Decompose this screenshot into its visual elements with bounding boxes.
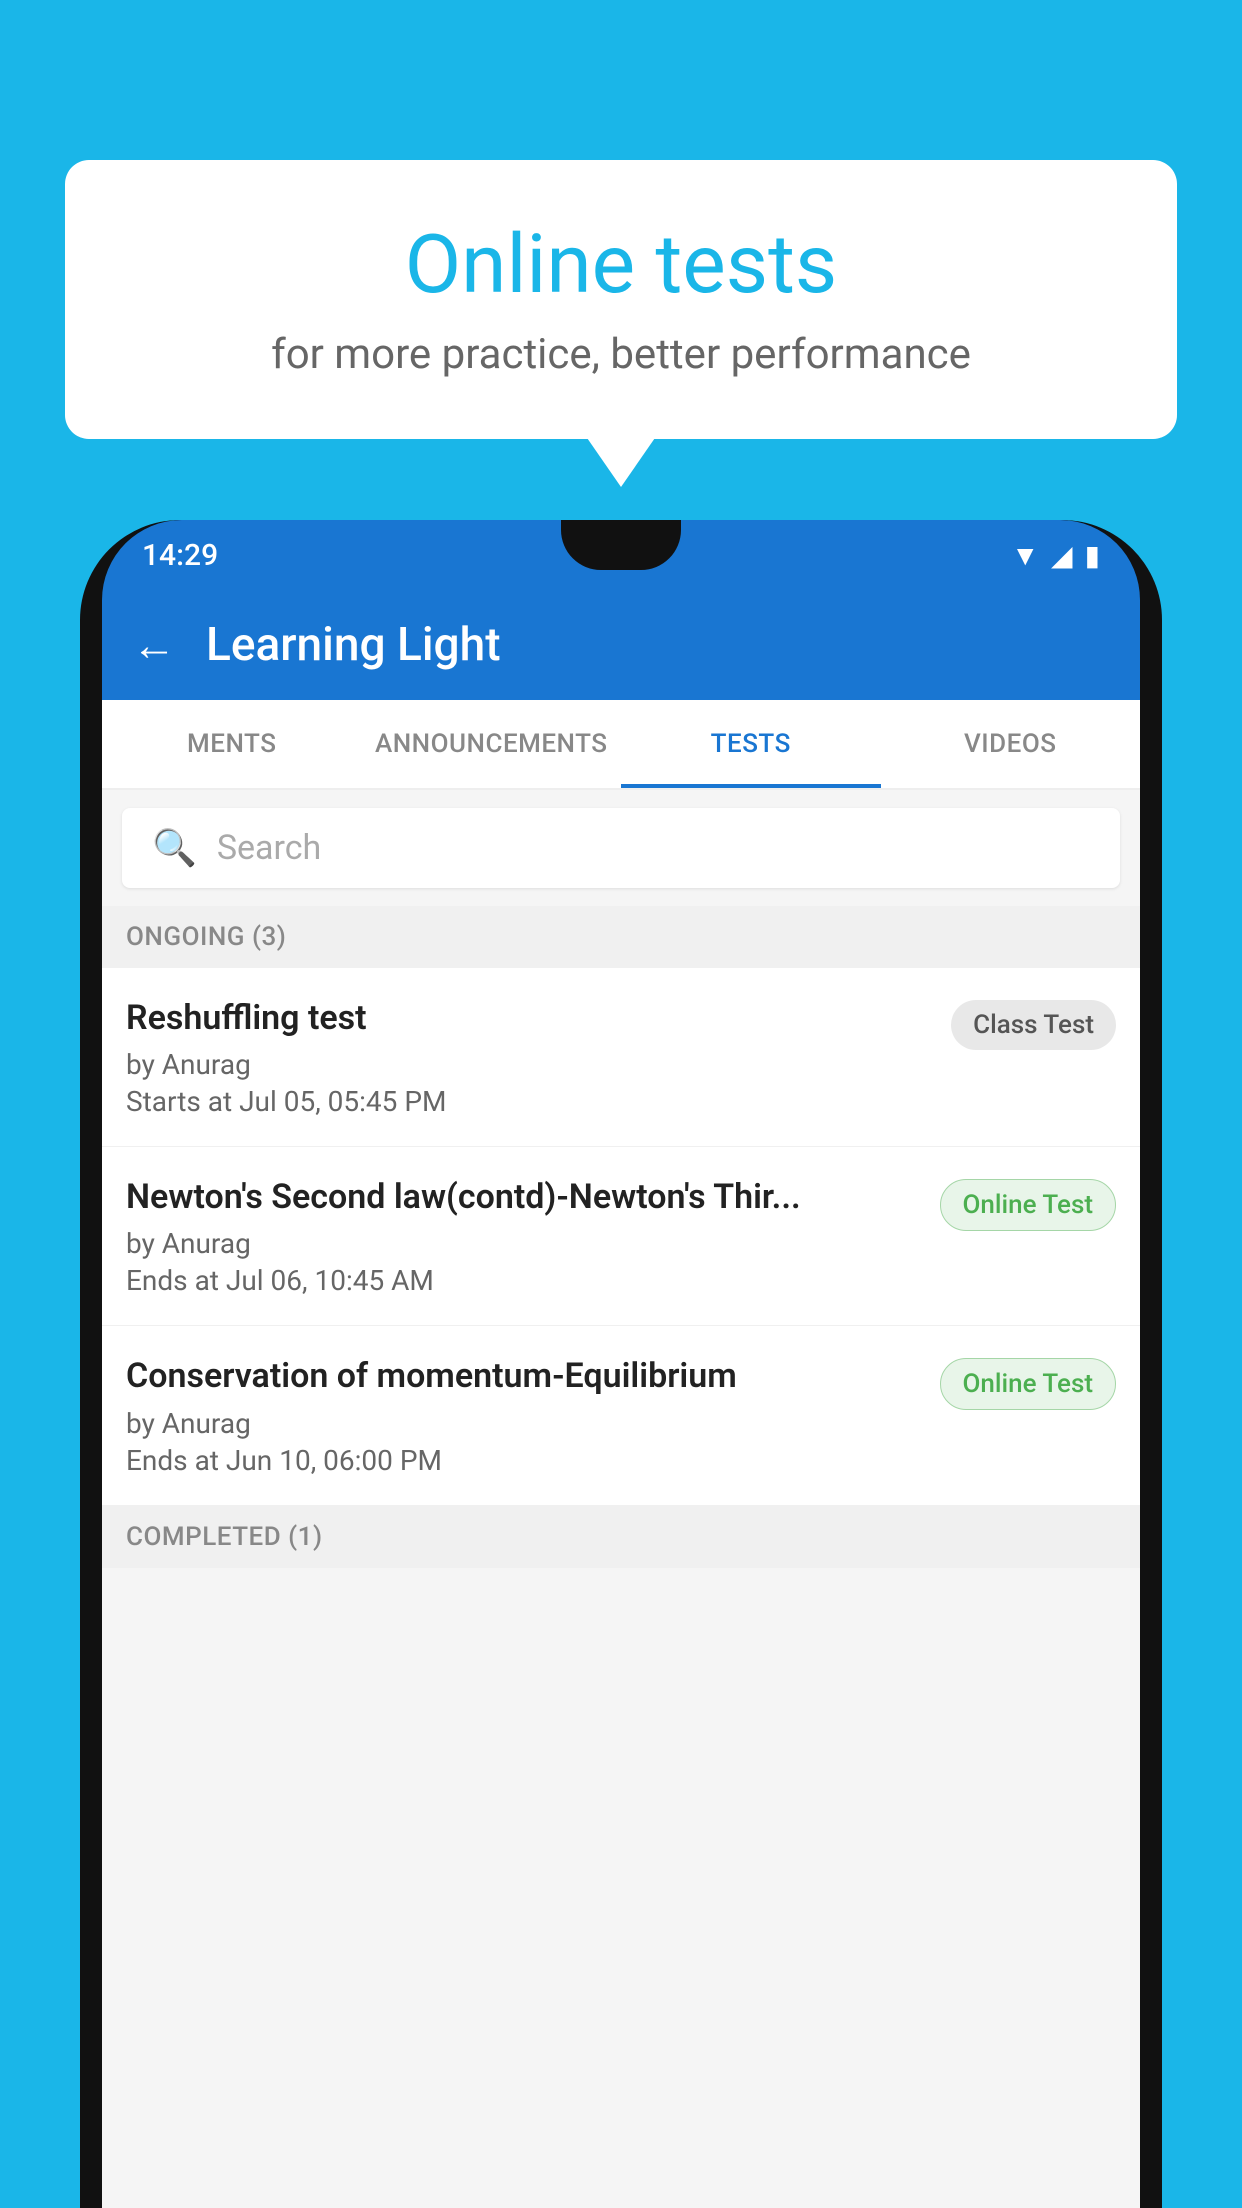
- test-item[interactable]: Newton's Second law(contd)-Newton's Thir…: [102, 1147, 1140, 1326]
- search-bar[interactable]: 🔍 Search: [122, 808, 1120, 888]
- test-author: by Anurag: [126, 1048, 935, 1081]
- test-list: Reshuffling test by Anurag Starts at Jul…: [102, 968, 1140, 1506]
- app-bar: ← Learning Light: [102, 590, 1140, 700]
- speech-bubble: Online tests for more practice, better p…: [65, 160, 1177, 439]
- test-time: Starts at Jul 05, 05:45 PM: [126, 1085, 935, 1118]
- test-item[interactable]: Reshuffling test by Anurag Starts at Jul…: [102, 968, 1140, 1147]
- phone-frame: 14:29 ▼ ◢ ▮ ← Learning Light MENTS ANNOU…: [80, 520, 1162, 2208]
- status-bar: 14:29 ▼ ◢ ▮: [102, 520, 1140, 590]
- tabs-bar: MENTS ANNOUNCEMENTS TESTS VIDEOS: [102, 700, 1140, 790]
- test-info: Reshuffling test by Anurag Starts at Jul…: [126, 996, 935, 1118]
- test-item[interactable]: Conservation of momentum-Equilibrium by …: [102, 1326, 1140, 1505]
- test-name: Newton's Second law(contd)-Newton's Thir…: [126, 1175, 924, 1219]
- test-time: Ends at Jun 10, 06:00 PM: [126, 1444, 924, 1477]
- test-name: Reshuffling test: [126, 996, 935, 1040]
- search-icon: 🔍: [152, 827, 197, 869]
- completed-section-header: COMPLETED (1): [102, 1506, 1140, 1568]
- tab-videos[interactable]: VIDEOS: [881, 700, 1141, 788]
- tab-announcements[interactable]: ANNOUNCEMENTS: [362, 700, 622, 788]
- status-icons: ▼ ◢ ▮: [1011, 539, 1100, 572]
- battery-icon: ▮: [1085, 539, 1100, 572]
- app-bar-title: Learning Light: [206, 618, 501, 672]
- back-button[interactable]: ←: [132, 619, 176, 671]
- test-info: Conservation of momentum-Equilibrium by …: [126, 1354, 924, 1476]
- screen-content: 🔍 Search ONGOING (3) Reshuffling test by…: [102, 790, 1140, 2208]
- speech-bubble-title: Online tests: [135, 220, 1107, 310]
- notch: [561, 520, 681, 570]
- test-time: Ends at Jul 06, 10:45 AM: [126, 1264, 924, 1297]
- status-time: 14:29: [142, 538, 218, 573]
- speech-bubble-subtitle: for more practice, better performance: [135, 330, 1107, 379]
- test-author: by Anurag: [126, 1227, 924, 1260]
- test-badge-online: Online Test: [940, 1179, 1117, 1231]
- wifi-icon: ▼: [1011, 539, 1039, 572]
- signal-icon: ◢: [1051, 539, 1073, 572]
- speech-bubble-container: Online tests for more practice, better p…: [65, 160, 1177, 439]
- test-badge-class: Class Test: [951, 1000, 1116, 1050]
- tab-tests[interactable]: TESTS: [621, 700, 881, 788]
- tab-ments[interactable]: MENTS: [102, 700, 362, 788]
- phone-inner: 14:29 ▼ ◢ ▮ ← Learning Light MENTS ANNOU…: [102, 520, 1140, 2208]
- test-name: Conservation of momentum-Equilibrium: [126, 1354, 924, 1398]
- search-placeholder: Search: [217, 828, 321, 868]
- test-info: Newton's Second law(contd)-Newton's Thir…: [126, 1175, 924, 1297]
- test-badge-online: Online Test: [940, 1358, 1117, 1410]
- test-author: by Anurag: [126, 1407, 924, 1440]
- search-bar-wrapper: 🔍 Search: [102, 790, 1140, 906]
- ongoing-section-header: ONGOING (3): [102, 906, 1140, 968]
